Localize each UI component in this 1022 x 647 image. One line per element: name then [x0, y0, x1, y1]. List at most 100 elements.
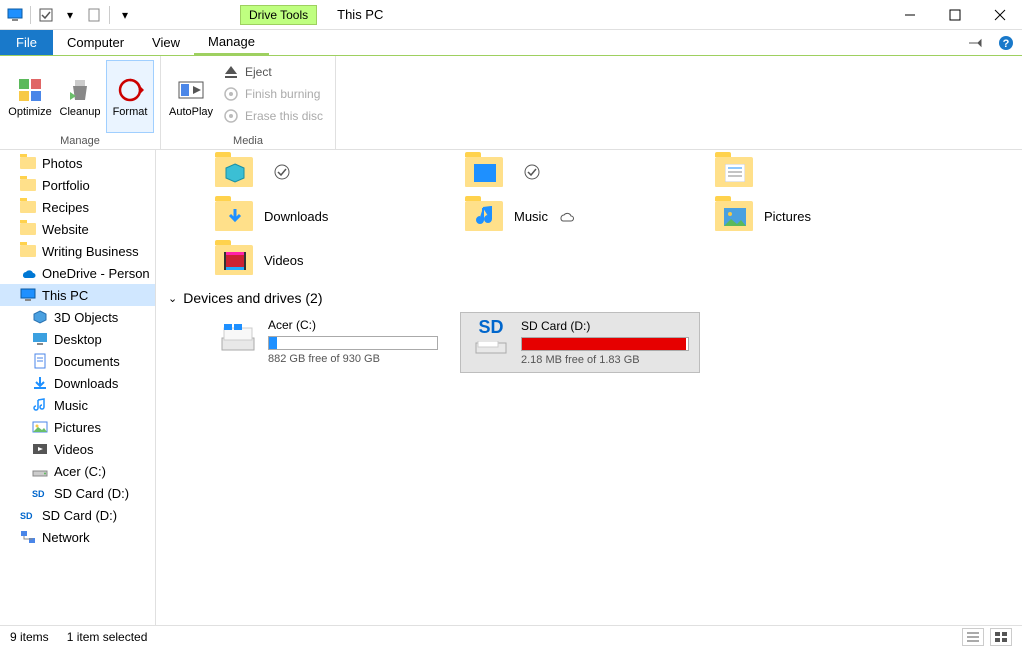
folder-icon: [20, 177, 36, 193]
status-selected-count: 1 item selected: [67, 630, 148, 644]
sidebar-item-desktop[interactable]: Desktop: [0, 328, 155, 350]
folder-icon: [20, 199, 36, 215]
qat-overflow-icon[interactable]: ▾: [116, 6, 134, 24]
drive-name: Acer (C:): [268, 318, 438, 332]
folder-icon: [214, 240, 254, 280]
sidebar-item-portfolio[interactable]: Portfolio: [0, 174, 155, 196]
sidebar-item-website[interactable]: Website: [0, 218, 155, 240]
sidebar-item-recipes[interactable]: Recipes: [0, 196, 155, 218]
sidebar-item-3d-objects[interactable]: 3D Objects: [0, 306, 155, 328]
sidebar-item-music[interactable]: Music: [0, 394, 155, 416]
sidebar-item-label: Acer (C:): [54, 464, 106, 479]
autoplay-button[interactable]: AutoPlay: [167, 60, 215, 133]
sidebar-item-network[interactable]: Network: [0, 526, 155, 548]
folder-tile[interactable]: [714, 152, 944, 192]
sidebar-item-label: Network: [42, 530, 90, 545]
drive-usage-bar: [268, 336, 438, 350]
minimize-button[interactable]: [887, 0, 932, 30]
sidebar-item-photos[interactable]: Photos: [0, 152, 155, 174]
help-icon[interactable]: ?: [990, 30, 1022, 55]
drive-icon: [32, 463, 48, 479]
sidebar-item-sd-card-d-[interactable]: SDSD Card (D:): [0, 482, 155, 504]
section-devices-header[interactable]: ⌄ Devices and drives (2): [164, 282, 1014, 312]
sidebar-item-onedrive-person[interactable]: OneDrive - Person: [0, 262, 155, 284]
ribbon-group-media-label: Media: [167, 133, 329, 147]
drive-usage-bar: [521, 337, 689, 351]
folder-tile[interactable]: Downloads: [214, 196, 444, 236]
ribbon-group-manage-label: Manage: [6, 133, 154, 147]
title-bar: ▾ ▾ Drive Tools This PC: [0, 0, 1022, 30]
sidebar-item-videos[interactable]: Videos: [0, 438, 155, 460]
sidebar-item-this-pc[interactable]: This PC: [0, 284, 155, 306]
folder-tile[interactable]: Pictures: [714, 196, 944, 236]
chevron-down-icon[interactable]: ▾: [61, 6, 79, 24]
downloads-icon: [32, 375, 48, 391]
sidebar-item-label: Website: [42, 222, 89, 237]
folder-tile[interactable]: [464, 152, 694, 192]
format-button[interactable]: Format: [106, 60, 154, 133]
sidebar-item-label: This PC: [42, 288, 88, 303]
finish-burning-label: Finish burning: [245, 87, 320, 101]
sidebar-item-acer-c-[interactable]: Acer (C:): [0, 460, 155, 482]
sidebar-item-documents[interactable]: Documents: [0, 350, 155, 372]
svg-text:SD: SD: [20, 511, 33, 521]
menu-view[interactable]: View: [138, 30, 194, 55]
view-details-button[interactable]: [962, 628, 984, 646]
qat-checkbox-icon[interactable]: [37, 6, 55, 24]
view-tiles-button[interactable]: [990, 628, 1012, 646]
folder-icon: [20, 221, 36, 237]
folder-label: Pictures: [764, 209, 811, 224]
drive-free-text: 882 GB free of 930 GB: [268, 353, 438, 365]
sidebar-item-label: Downloads: [54, 376, 118, 391]
folder-label: Music: [514, 209, 548, 224]
close-button[interactable]: [977, 0, 1022, 30]
sidebar-item-writing-business[interactable]: Writing Business: [0, 240, 155, 262]
eject-label: Eject: [245, 65, 272, 79]
cleanup-label: Cleanup: [60, 106, 101, 118]
nav-tree[interactable]: PhotosPortfolio Recipes Website Writing Bus…: [0, 150, 156, 625]
menu-manage[interactable]: Manage: [194, 30, 269, 55]
sd-icon: SD: [32, 485, 48, 501]
sidebar-item-downloads[interactable]: Downloads: [0, 372, 155, 394]
section-devices-label: Devices and drives (2): [183, 290, 322, 306]
ribbon-pin-icon[interactable]: [960, 30, 990, 55]
folder-tile[interactable]: [214, 152, 444, 192]
music-icon: [32, 397, 48, 413]
drive-tile-sd-card-d-[interactable]: SDSD Card (D:)2.18 MB free of 1.83 GB: [460, 312, 700, 373]
eject-button[interactable]: Eject: [217, 62, 329, 82]
content-pane[interactable]: Downloads Music Pictures Videos ⌄ Devices …: [156, 150, 1022, 625]
sidebar-item-label: Recipes: [42, 200, 89, 215]
menu-file[interactable]: File: [0, 30, 53, 55]
optimize-button[interactable]: Optimize: [6, 60, 54, 133]
sidebar-item-pictures[interactable]: Pictures: [0, 416, 155, 438]
pc-icon[interactable]: [6, 6, 24, 24]
erase-disc-button: Erase this disc: [217, 106, 329, 126]
folder-label: Downloads: [264, 209, 328, 224]
sidebar-item-label: Documents: [54, 354, 120, 369]
folder-icon: [464, 152, 504, 192]
drive-tools-tab[interactable]: Drive Tools: [240, 5, 317, 25]
status-item-count: 9 items: [10, 630, 49, 644]
sidebar-item-sd-card-d-[interactable]: SDSD Card (D:): [0, 504, 155, 526]
folder-label: Videos: [264, 253, 304, 268]
onedrive-icon: [20, 265, 36, 281]
menu-computer[interactable]: Computer: [53, 30, 138, 55]
pictures-icon: [32, 419, 48, 435]
folder-icon: [214, 196, 254, 236]
cleanup-button[interactable]: Cleanup: [56, 60, 104, 133]
hdd-icon: [218, 318, 258, 358]
sidebar-item-label: Pictures: [54, 420, 101, 435]
sync-cloud-icon: [558, 208, 574, 224]
folder-tile[interactable]: Music: [464, 196, 694, 236]
maximize-button[interactable]: [932, 0, 977, 30]
sidebar-item-label: 3D Objects: [54, 310, 118, 325]
videos-icon: [32, 441, 48, 457]
folder-tile[interactable]: Videos: [214, 240, 444, 280]
drive-name: SD Card (D:): [521, 319, 689, 333]
erase-disc-label: Erase this disc: [245, 109, 323, 123]
network-icon: [20, 529, 36, 545]
folder-icon: [464, 196, 504, 236]
sd-icon: SD: [20, 507, 36, 523]
drive-tile-acer-c-[interactable]: Acer (C:) 882 GB free of 930 GB: [208, 312, 448, 373]
qat-doc-icon[interactable]: [85, 6, 103, 24]
